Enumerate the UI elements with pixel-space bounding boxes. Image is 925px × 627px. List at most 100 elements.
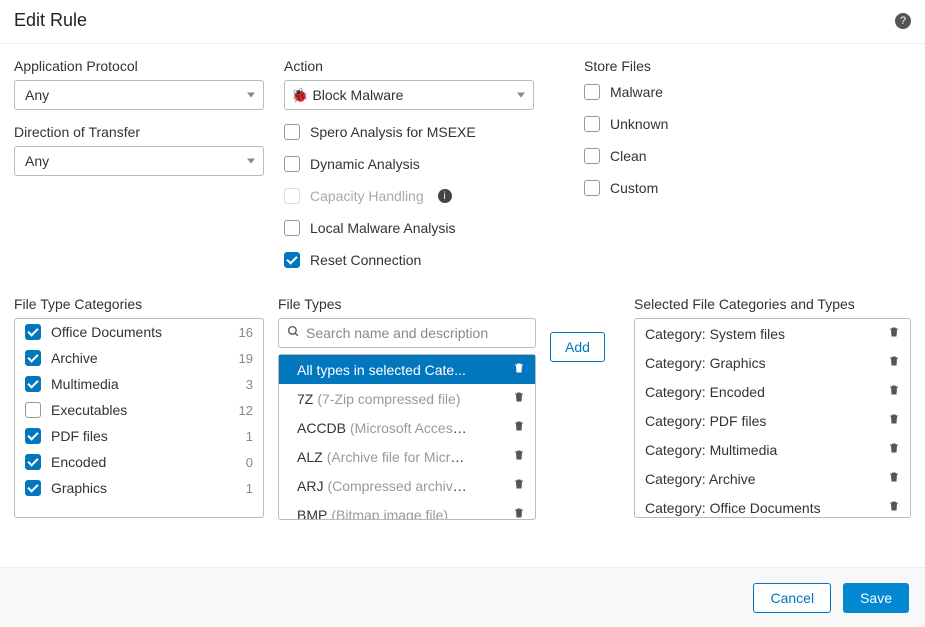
selected-name: Category: Encoded	[645, 384, 888, 400]
category-row[interactable]: Archive19	[15, 345, 263, 371]
selected-row[interactable]: Category: Multimedia	[635, 435, 910, 464]
checkbox[interactable]	[25, 350, 41, 366]
category-row[interactable]: Multimedia3	[15, 371, 263, 397]
dialog-footer: Cancel Save	[0, 567, 925, 627]
category-row[interactable]: Office Documents 16	[15, 319, 263, 345]
selected-types-list[interactable]: Category: System files Category: Graphics…	[634, 318, 911, 518]
direction-select[interactable]: Any	[14, 146, 264, 176]
caret-down-icon	[517, 93, 525, 98]
checkbox[interactable]	[584, 180, 600, 196]
app-protocol-select[interactable]: Any	[14, 80, 264, 110]
selected-row[interactable]: Category: PDF files	[635, 406, 910, 435]
checkbox[interactable]	[284, 220, 300, 236]
trash-icon[interactable]	[513, 448, 525, 465]
file-type-name: ALZ	[297, 449, 323, 465]
save-button[interactable]: Save	[843, 583, 909, 613]
caret-down-icon	[247, 159, 255, 164]
store-check-custom[interactable]: Custom	[584, 180, 804, 196]
checkbox[interactable]	[584, 148, 600, 164]
store-check-malware[interactable]: Malware	[584, 84, 804, 100]
selected-row[interactable]: Category: Encoded	[635, 377, 910, 406]
selected-name: Category: PDF files	[645, 413, 888, 429]
checkbox-label: Unknown	[610, 116, 668, 132]
checkbox[interactable]	[25, 402, 41, 418]
selected-row[interactable]: Category: System files	[635, 319, 910, 348]
checkbox[interactable]	[25, 376, 41, 392]
checkbox[interactable]	[25, 480, 41, 496]
checkbox[interactable]	[284, 252, 300, 268]
selected-row[interactable]: Category: Office Documents	[635, 493, 910, 518]
selected-types-label: Selected File Categories and Types	[634, 296, 911, 312]
action-select[interactable]: 🐞 Block Malware	[284, 80, 534, 110]
selected-name: Category: Multimedia	[645, 442, 888, 458]
categories-list[interactable]: Office Documents16Archive19Multimedia3Ex…	[14, 318, 264, 518]
category-row[interactable]: PDF files1	[15, 423, 263, 449]
action-check-dynamic[interactable]: Dynamic Analysis	[284, 156, 534, 172]
trash-icon[interactable]	[888, 412, 900, 429]
selected-row[interactable]: Category: Archive	[635, 464, 910, 493]
trash-icon[interactable]	[888, 441, 900, 458]
store-check-clean[interactable]: Clean	[584, 148, 804, 164]
cancel-button[interactable]: Cancel	[753, 583, 831, 613]
action-check-spero[interactable]: Spero Analysis for MSEXE	[284, 124, 534, 140]
selected-name: Category: Graphics	[645, 355, 888, 371]
category-name: Archive	[51, 350, 229, 366]
file-type-row[interactable]: ACCDB(Microsoft Access...	[279, 413, 535, 442]
checkbox[interactable]	[584, 84, 600, 100]
checkbox[interactable]	[25, 454, 41, 470]
search-input[interactable]	[306, 325, 527, 341]
action-check-local[interactable]: Local Malware Analysis	[284, 220, 534, 236]
checkbox[interactable]	[25, 428, 41, 444]
checkbox-label: Spero Analysis for MSEXE	[310, 124, 476, 140]
trash-icon[interactable]	[888, 470, 900, 487]
help-icon[interactable]: ?	[895, 13, 911, 29]
file-type-row[interactable]: ALZ(Archive file for Micro...	[279, 442, 535, 471]
category-row[interactable]: Graphics 1	[15, 475, 263, 501]
trash-icon[interactable]	[888, 354, 900, 371]
file-type-row[interactable]: ARJ(Compressed archive...	[279, 471, 535, 500]
checkbox[interactable]	[584, 116, 600, 132]
category-count: 16	[239, 325, 253, 340]
file-type-desc: (Compressed archive...	[327, 478, 467, 494]
category-count: 1	[246, 481, 253, 496]
checkbox[interactable]	[25, 324, 41, 340]
action-check-reset[interactable]: Reset Connection	[284, 252, 534, 268]
trash-icon[interactable]	[513, 506, 525, 519]
trash-icon[interactable]	[888, 499, 900, 516]
trash-icon[interactable]	[513, 419, 525, 436]
category-row[interactable]: Executables12	[15, 397, 263, 423]
file-types-search[interactable]	[278, 318, 536, 348]
dialog-title: Edit Rule	[14, 10, 87, 31]
action-label: Action	[284, 58, 534, 74]
trash-icon[interactable]	[888, 383, 900, 400]
category-name: Executables	[51, 402, 229, 418]
add-button[interactable]: Add	[550, 332, 605, 362]
category-name: Office Documents	[51, 324, 229, 340]
action-check-capacity: Capacity Handlingi	[284, 188, 534, 204]
caret-down-icon	[247, 93, 255, 98]
selected-row[interactable]: Category: Graphics	[635, 348, 910, 377]
trash-icon[interactable]	[513, 390, 525, 407]
checkbox-label: Local Malware Analysis	[310, 220, 456, 236]
checkbox[interactable]	[284, 156, 300, 172]
checkbox-label: Clean	[610, 148, 647, 164]
checkbox-label: Malware	[610, 84, 663, 100]
categories-label: File Type Categories	[14, 296, 264, 312]
trash-icon[interactable]	[513, 477, 525, 494]
category-name: Graphics	[51, 480, 236, 496]
file-type-row[interactable]: All types in selected Cate...	[279, 355, 535, 384]
store-check-unknown[interactable]: Unknown	[584, 116, 804, 132]
selected-name: Category: Archive	[645, 471, 888, 487]
search-icon	[287, 325, 300, 341]
checkbox-label: Reset Connection	[310, 252, 421, 268]
info-icon[interactable]: i	[438, 189, 452, 203]
trash-icon[interactable]	[888, 325, 900, 342]
checkbox[interactable]	[284, 124, 300, 140]
file-types-list[interactable]: All types in selected Cate...7Z(7-Zip co…	[279, 355, 535, 519]
file-type-row[interactable]: 7Z(7-Zip compressed file)	[279, 384, 535, 413]
category-row[interactable]: Encoded0	[15, 449, 263, 475]
file-type-row[interactable]: BMP(Bitmap image file)	[279, 500, 535, 519]
trash-icon[interactable]	[513, 361, 525, 378]
file-type-desc: (Microsoft Access...	[350, 420, 467, 436]
file-type-desc: (Archive file for Micro...	[327, 449, 467, 465]
